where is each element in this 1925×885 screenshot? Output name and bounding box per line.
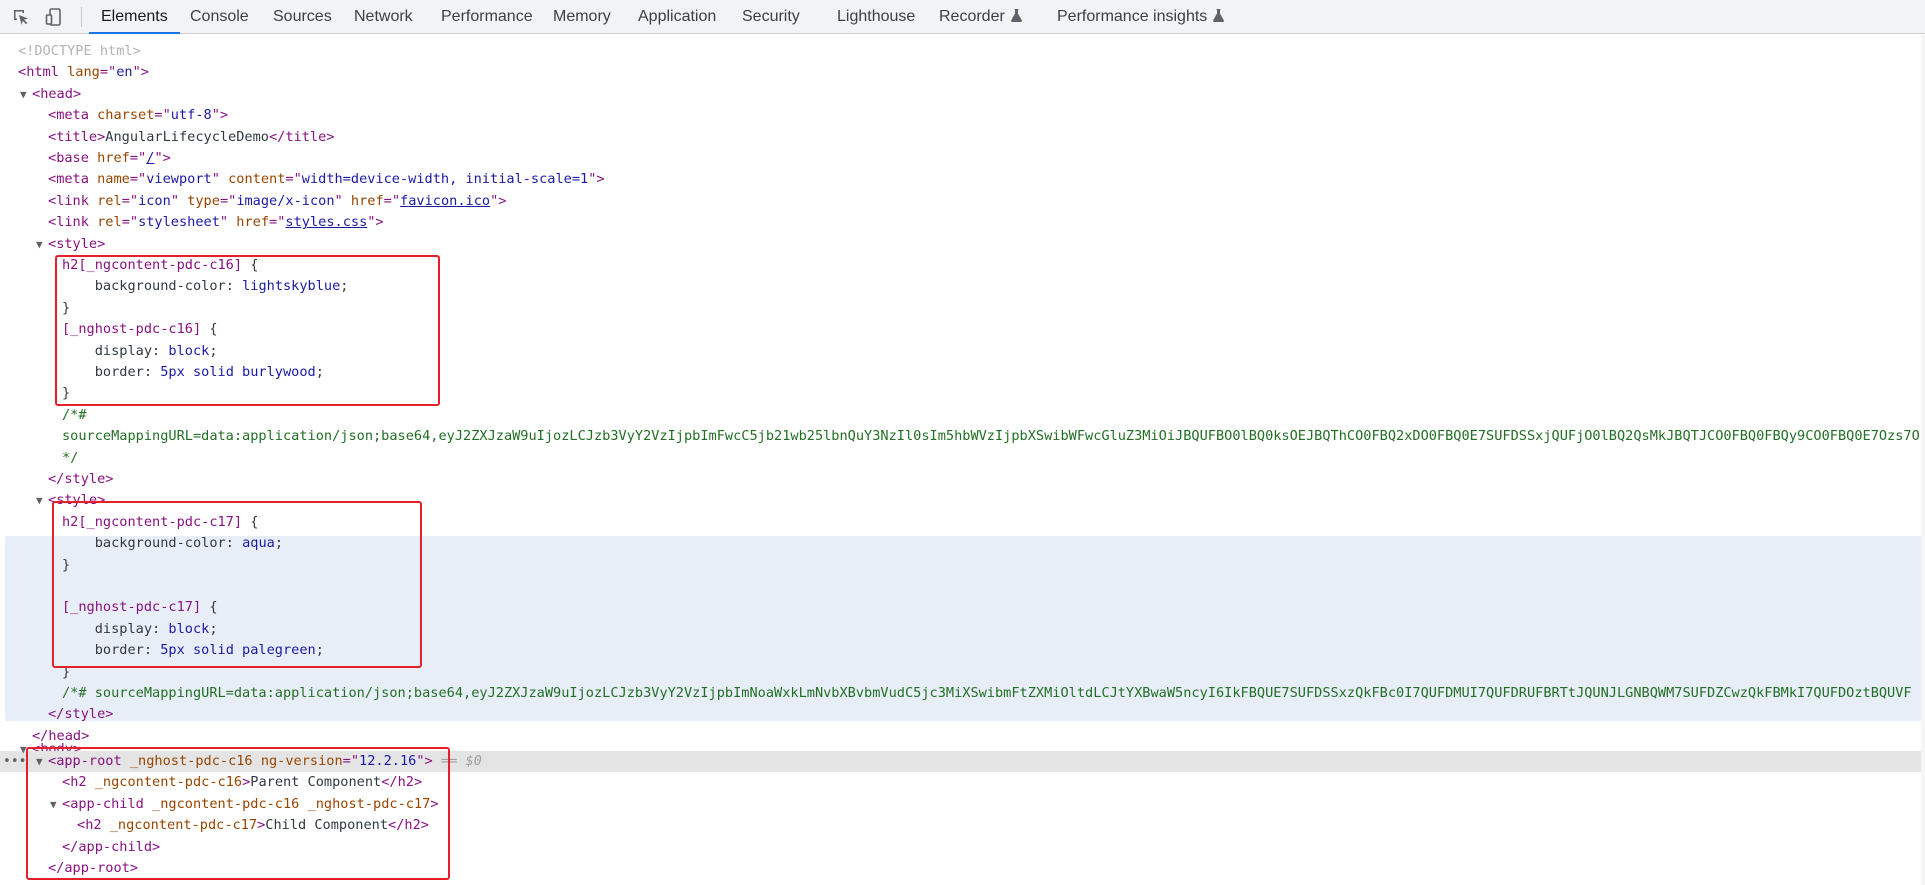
tab-label: Network [354,8,413,25]
expand-triangle-icon[interactable]: ▼ [36,490,43,511]
expand-triangle-icon[interactable]: ▼ [36,234,43,255]
tab-label: Lighthouse [837,8,916,25]
tab-application[interactable]: Application [638,0,716,34]
tab-performance-insights[interactable]: Performance insights [1057,0,1225,34]
title-text: AngularLifecycleDemo [105,128,269,145]
expand-triangle-icon[interactable]: ▼ [50,794,57,815]
expand-triangle-icon[interactable]: ▼ [20,84,27,105]
toolbar-separator [81,7,82,27]
tab-sources[interactable]: Sources [273,0,332,34]
css-brace: } [62,385,71,402]
tab-label: Security [742,8,800,25]
css-brace: } [62,556,71,573]
tab-recorder[interactable]: Recorder [939,0,1022,34]
meta-charset-value: utf-8 [170,107,212,124]
dom-head-open[interactable]: <head> [32,84,81,105]
flask-icon [1213,9,1225,22]
viewport-content-value: width=device-width, initial-scale=1 [301,171,589,188]
stylesheet-link[interactable]: styles.css [285,214,367,230]
tab-console[interactable]: Console [190,0,249,34]
dom-style-open[interactable]: <style> [48,490,105,511]
dom-meta-viewport[interactable]: <meta name="viewport" content="width=dev… [48,169,605,190]
dom-app-root-close[interactable]: </app-root> [48,858,138,879]
tab-elements[interactable]: Elements [89,0,180,34]
css-source-map-comment: /*# [62,406,87,423]
favicon-link[interactable]: favicon.ico [400,193,490,209]
device-toolbar-icon[interactable] [43,6,65,28]
css-declaration: background-color: lightskyblue; [94,278,349,295]
tab-label: Performance [441,8,533,25]
dom-link-stylesheet[interactable]: <link rel="stylesheet" href="styles.css"… [48,212,384,233]
ng-version-value: 12.2.16 [359,753,417,769]
css-selector: h2[_ngcontent-pdc-c17] { [62,513,259,530]
css-source-map-comment: /*# sourceMappingURL=data:application/js… [62,685,1912,701]
dom-meta-charset[interactable]: <meta charset="utf-8"> [48,105,228,126]
child-h2-text: Child Component [265,817,389,834]
parent-h2-text: Parent Component [250,774,382,791]
dom-base[interactable]: <base href="/"> [48,148,171,169]
css-declaration: border: 5px solid burlywood; [62,364,324,380]
expand-triangle-icon[interactable]: ▼ [36,751,43,772]
tab-label: Console [190,8,249,25]
tab-label: Elements [101,8,168,25]
css-brace: } [62,663,71,680]
tab-label: Memory [553,8,611,25]
dom-doctype[interactable]: <!DOCTYPE html> [18,41,141,62]
dom-style-close[interactable]: </style> [48,704,113,725]
dom-title[interactable]: <title>AngularLifecycleDemo</title> [48,127,334,148]
flask-icon [1010,9,1022,22]
css-declaration: border: 5px solid palegreen; [62,642,324,659]
dom-body-open[interactable]: <body> [32,739,81,751]
icon-type-value: image/x-icon [236,192,335,209]
dom-html-open[interactable]: <html lang="en"> [18,62,149,83]
css-declaration: background-color: aqua; [94,535,284,552]
css-source-map-comment: sourceMappingURL=data:application/json;b… [62,428,1925,445]
inspect-element-icon[interactable] [10,6,32,28]
css-selector: [_nghost-pdc-c17] { [62,599,218,616]
css-selector: h2[_ngcontent-pdc-c16] { [62,257,259,273]
tab-label: Sources [273,8,332,25]
css-brace: } [62,299,71,316]
tab-label: Performance insights [1057,8,1208,25]
dom-link-icon[interactable]: <link rel="icon" type="image/x-icon" hre… [48,191,506,212]
tab-network[interactable]: Network [354,0,413,34]
expand-triangle-icon[interactable]: ▼ [20,739,27,760]
dom-app-child-open[interactable]: <app-child _ngcontent-pdc-c16 _nghost-pd… [62,794,439,815]
tab-lighthouse[interactable]: Lighthouse [837,0,915,34]
tab-label: Recorder [939,8,1005,25]
tab-performance[interactable]: Performance [441,0,533,34]
selected-node-marker: == $0 [440,753,482,769]
html-lang-value: en [116,64,133,81]
dom-style-close[interactable]: </style> [48,469,113,490]
tab-memory[interactable]: Memory [553,0,611,34]
css-selector: [_nghost-pdc-c16] { [62,321,218,338]
tab-security[interactable]: Security [742,0,800,34]
dom-parent-h2[interactable]: <h2 _ngcontent-pdc-c16>Parent Component<… [62,772,422,793]
vertical-scrollbar[interactable] [1921,35,1925,885]
devtools-toolbar: Elements Console Sources Network Perform… [0,0,1925,34]
dom-app-root-open[interactable]: <app-root _nghost-pdc-c16 ng-version="12… [48,751,482,772]
css-source-map-comment: */ [62,449,79,466]
dom-app-child-close[interactable]: </app-child> [62,837,160,858]
css-declaration: display: block; [62,342,218,359]
tab-label: Application [638,8,717,25]
dom-child-h2[interactable]: <h2 _ngcontent-pdc-c17>Child Component</… [77,815,429,836]
dom-style-open[interactable]: <style> [48,234,105,255]
elements-dom-tree: ••• <!DOCTYPE html> <html lang="en"> ▼ <… [0,35,1925,885]
css-declaration: display: block; [62,620,218,637]
